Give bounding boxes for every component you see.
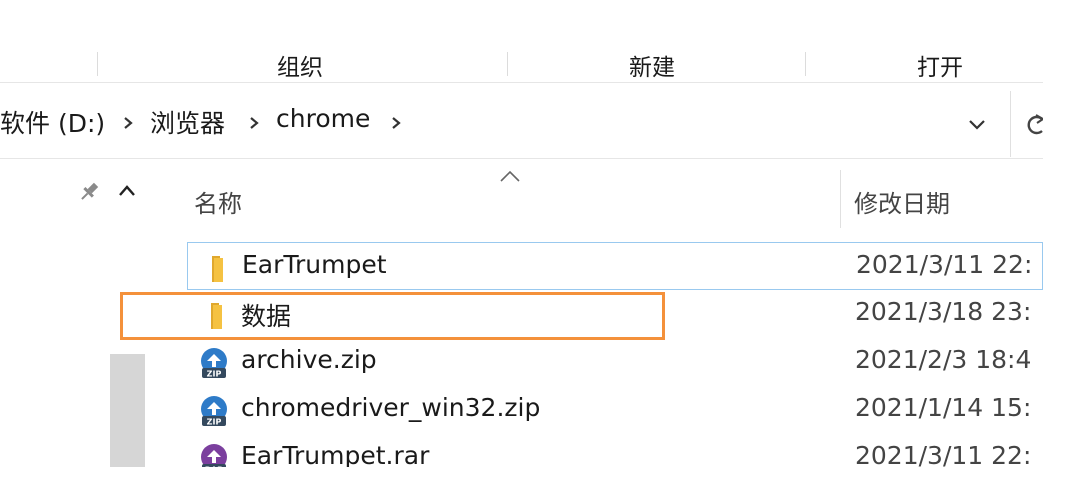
file-name: archive.zip xyxy=(241,345,377,374)
ribbon-divider xyxy=(507,52,508,76)
rar-archive-icon: RAR xyxy=(201,444,227,468)
zip-archive-icon: ZIP xyxy=(201,348,227,379)
file-name: EarTrumpet.rar xyxy=(241,441,430,467)
sort-ascending-icon xyxy=(500,170,520,182)
file-row-archive-zip[interactable]: ZIP archive.zip 2021/2/3 18:4 xyxy=(187,338,1043,386)
refresh-icon[interactable] xyxy=(1026,111,1043,139)
file-date-modified: 2021/2/3 18:4 xyxy=(855,345,1032,374)
ribbon-group-new[interactable]: 新建 xyxy=(592,52,712,82)
scroll-up-icon[interactable] xyxy=(114,180,140,202)
ribbon-group-organize[interactable]: 组织 xyxy=(240,52,360,82)
breadcrumb-chrome[interactable]: chrome xyxy=(276,104,370,133)
folder-icon xyxy=(212,256,223,282)
ribbon-divider xyxy=(805,52,806,76)
file-date-modified: 2021/3/11 22: xyxy=(855,441,1032,467)
file-row-eartrumpet-folder[interactable]: EarTrumpet 2021/3/11 22: xyxy=(187,242,1043,290)
file-date-modified: 2021/3/18 23: xyxy=(855,297,1032,326)
navigation-scrollbar[interactable] xyxy=(110,354,145,467)
file-explorer-window: 组织 新建 打开 软件 (D:) 浏览器 chrome 名称 修改日期 EarT… xyxy=(0,0,1043,467)
column-divider[interactable] xyxy=(840,170,841,228)
file-row-chromedriver-zip[interactable]: ZIP chromedriver_win32.zip 2021/1/14 15: xyxy=(187,386,1043,434)
address-bar: 软件 (D:) 浏览器 chrome xyxy=(0,91,1043,159)
chevron-right-icon[interactable] xyxy=(244,113,264,133)
file-row-eartrumpet-rar[interactable]: RAR EarTrumpet.rar 2021/3/11 22: xyxy=(187,434,1043,467)
ribbon-bar: 组织 新建 打开 xyxy=(0,52,1043,83)
breadcrumb-browser[interactable]: 浏览器 xyxy=(150,104,225,140)
chevron-down-icon[interactable] xyxy=(964,113,990,135)
column-header-name[interactable]: 名称 xyxy=(194,184,242,219)
pin-icon xyxy=(81,182,99,200)
ribbon-group-open[interactable]: 打开 xyxy=(880,52,1000,82)
highlight-box xyxy=(120,292,665,340)
breadcrumb[interactable]: 软件 (D:) 浏览器 chrome xyxy=(0,91,1011,157)
file-date-modified: 2021/3/11 22: xyxy=(856,250,1033,279)
zip-archive-icon: ZIP xyxy=(201,396,227,427)
svg-text:RAR: RAR xyxy=(205,466,224,468)
column-header-date-modified[interactable]: 修改日期 xyxy=(854,184,950,219)
file-name: EarTrumpet xyxy=(242,250,387,279)
file-date-modified: 2021/1/14 15: xyxy=(855,393,1032,422)
file-name: chromedriver_win32.zip xyxy=(241,393,541,422)
svg-text:ZIP: ZIP xyxy=(207,370,222,379)
svg-text:ZIP: ZIP xyxy=(207,418,222,427)
chevron-right-icon[interactable] xyxy=(118,113,138,133)
breadcrumb-drive[interactable]: 软件 (D:) xyxy=(0,104,105,140)
ribbon-divider xyxy=(97,52,98,76)
chevron-right-icon[interactable] xyxy=(386,113,406,133)
